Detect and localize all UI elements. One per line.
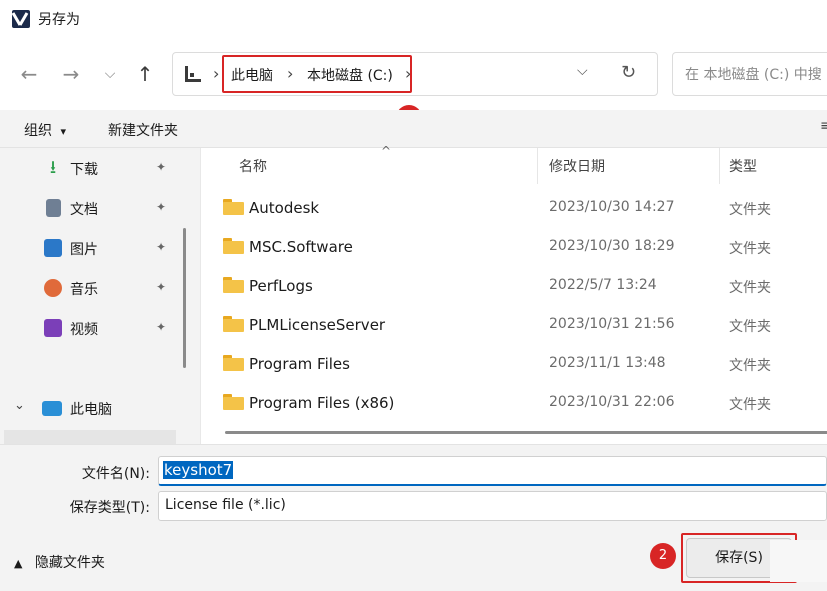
chevron-down-icon[interactable]: ⌄: [14, 398, 25, 413]
breadcrumb-separator: ›: [213, 64, 220, 83]
recent-locations-button[interactable]: ⌵: [95, 60, 125, 88]
organize-label: 组织: [24, 123, 52, 139]
filename-input[interactable]: keyshot7: [158, 456, 827, 486]
filetype-label: 保存类型(T):: [69, 500, 150, 516]
hide-folders-label: 隐藏文件夹: [34, 555, 105, 571]
folder-icon: [223, 277, 244, 293]
column-header-name[interactable]: 名称: [239, 156, 267, 176]
sidebar-item-label: 文档: [70, 202, 98, 218]
file-type: 文件夹: [729, 241, 771, 257]
sidebar-item-pictures[interactable]: 图片 ✦: [0, 228, 176, 268]
sort-ascending-icon: ^: [381, 144, 392, 158]
save-options-panel: 文件名(N): keyshot7 保存类型(T): License file (…: [0, 444, 827, 591]
folder-icon: [223, 199, 244, 215]
file-type: 文件夹: [729, 358, 771, 374]
picture-icon: [44, 239, 62, 257]
file-type: 文件夹: [729, 397, 771, 413]
pin-icon[interactable]: ✦: [156, 160, 166, 174]
file-name: PLMLicenseServer: [249, 316, 386, 334]
command-bar: 组织 ▾ 新建文件夹 ≡: [0, 110, 827, 148]
highlight-box-address: [222, 55, 412, 93]
up-button[interactable]: ↑: [130, 60, 160, 88]
file-type: 文件夹: [729, 280, 771, 296]
file-list: ^ 名称 修改日期 类型 Autodesk 2023/10/30 14:27 文…: [200, 144, 827, 444]
filename-label: 文件名(N):: [81, 466, 150, 482]
folder-icon: [223, 355, 244, 371]
filetype-select[interactable]: License file (*.lic): [158, 491, 827, 521]
watermark-logo: [770, 540, 827, 582]
app-icon: [12, 10, 30, 28]
file-type: 文件夹: [729, 319, 771, 335]
navigation-bar: ← → ⌵ ↑ › 此电脑 › 本地磁盘 (C:) › ⌵ ↻ 在 本地磁盘 (…: [0, 38, 827, 110]
file-row[interactable]: MSC.Software 2023/10/30 18:29 文件夹: [201, 227, 827, 266]
pin-icon[interactable]: ✦: [156, 280, 166, 294]
horizontal-scrollbar[interactable]: [225, 431, 827, 434]
file-row[interactable]: Program Files 2023/11/1 13:48 文件夹: [201, 344, 827, 383]
file-name: Autodesk: [249, 199, 320, 217]
search-input[interactable]: 在 本地磁盘 (C:) 中搜: [672, 52, 827, 96]
column-header-modified[interactable]: 修改日期: [549, 156, 605, 176]
file-type: 文件夹: [729, 202, 771, 218]
sidebar-item-label: 视频: [70, 322, 98, 338]
file-name: Program Files (x86): [249, 394, 395, 412]
file-row[interactable]: Program Files (x86) 2023/10/31 22:06 文件夹: [201, 383, 827, 422]
music-icon: [44, 279, 62, 297]
file-modified: 2023/10/31 22:06: [549, 394, 675, 410]
sidebar-item-label: 下载: [70, 162, 98, 178]
sidebar-item-label: 图片: [70, 242, 98, 258]
sidebar-item-downloads[interactable]: ⭳ 下载 ✦: [0, 148, 176, 188]
back-button[interactable]: ←: [14, 60, 44, 88]
file-name: PerfLogs: [249, 277, 313, 295]
pin-icon[interactable]: ✦: [156, 320, 166, 334]
download-icon: ⭳: [49, 157, 57, 178]
sidebar-item-documents[interactable]: 文档 ✦: [0, 188, 176, 228]
computer-icon: [42, 401, 62, 416]
file-name: MSC.Software: [249, 238, 353, 256]
refresh-icon[interactable]: ↻: [621, 62, 636, 83]
pin-icon[interactable]: ✦: [156, 240, 166, 254]
file-modified: 2023/10/31 21:56: [549, 316, 675, 332]
file-modified: 2023/10/30 14:27: [549, 199, 675, 215]
title-bar: 另存为: [0, 0, 827, 38]
folder-icon: [223, 238, 244, 254]
organize-button[interactable]: 组织 ▾: [24, 120, 66, 140]
sidebar-selected-item[interactable]: [4, 430, 176, 444]
filename-value: keyshot7: [163, 461, 234, 479]
caret-down-icon: ▾: [60, 125, 66, 138]
file-modified: 2023/11/1 13:48: [549, 355, 666, 371]
navigation-pane: ⭳ 下载 ✦ 文档 ✦ 图片 ✦ 音乐 ✦ 视频 ✦ ⌄ 此电脑: [0, 148, 190, 444]
column-divider[interactable]: [719, 148, 720, 184]
file-row[interactable]: Autodesk 2023/10/30 14:27 文件夹: [201, 188, 827, 227]
file-row[interactable]: PLMLicenseServer 2023/10/31 21:56 文件夹: [201, 305, 827, 344]
address-dropdown-icon[interactable]: ⌵: [577, 63, 588, 79]
document-icon: [46, 199, 61, 217]
new-folder-button[interactable]: 新建文件夹: [108, 120, 178, 140]
folder-icon: [223, 394, 244, 410]
file-modified: 2023/10/30 18:29: [549, 238, 675, 254]
view-options-icon[interactable]: ≡: [820, 118, 827, 134]
sidebar-item-label: 此电脑: [70, 402, 112, 418]
sidebar-item-videos[interactable]: 视频 ✦: [0, 308, 176, 348]
folder-icon: [223, 316, 244, 332]
sidebar-scrollbar[interactable]: [183, 228, 186, 368]
window-title: 另存为: [38, 12, 80, 28]
sidebar-item-this-pc[interactable]: ⌄ 此电脑: [0, 388, 176, 428]
file-row[interactable]: PerfLogs 2022/5/7 13:24 文件夹: [201, 266, 827, 305]
hide-folders-button[interactable]: ▲ 隐藏文件夹: [14, 552, 105, 572]
column-divider[interactable]: [537, 148, 538, 184]
forward-button[interactable]: →: [56, 60, 86, 88]
filetype-value: License file (*.lic): [165, 497, 286, 513]
step-badge-2: 2: [650, 543, 676, 569]
file-modified: 2022/5/7 13:24: [549, 277, 657, 293]
computer-location-icon: [185, 66, 201, 82]
caret-up-icon: ▲: [14, 557, 23, 570]
sidebar-item-label: 音乐: [70, 282, 98, 298]
sidebar-item-music[interactable]: 音乐 ✦: [0, 268, 176, 308]
pin-icon[interactable]: ✦: [156, 200, 166, 214]
file-name: Program Files: [249, 355, 350, 373]
video-icon: [44, 319, 62, 337]
column-header-type[interactable]: 类型: [729, 156, 757, 176]
